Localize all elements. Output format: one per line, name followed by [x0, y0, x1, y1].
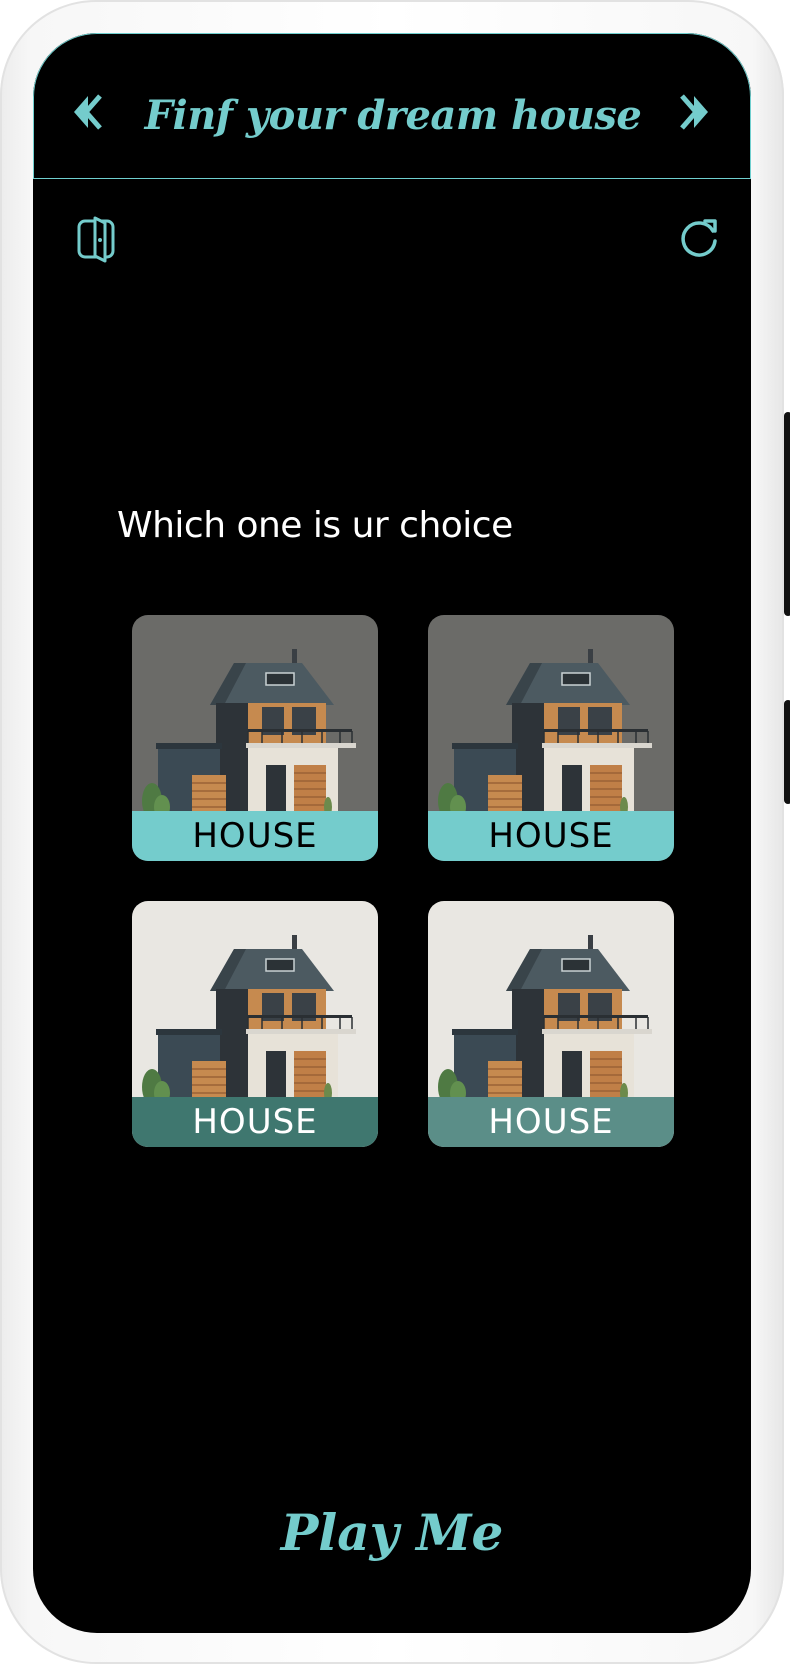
house-option-label: HOUSE — [428, 1097, 674, 1147]
house-option-label: HOUSE — [428, 811, 674, 861]
question-text: Which one is ur choice — [117, 505, 513, 546]
restart-icon[interactable] — [675, 215, 723, 263]
house-option-label: HOUSE — [132, 1097, 378, 1147]
house-option-label: HOUSE — [132, 811, 378, 861]
house-option-card[interactable]: HOUSE — [132, 615, 378, 861]
page-title: Finf your dream house — [144, 92, 642, 139]
game-screen: Finf your dream house Which one is ur ch… — [33, 33, 751, 1633]
house-option-card[interactable]: HOUSE — [132, 901, 378, 1147]
exit-door-icon[interactable] — [73, 215, 121, 263]
double-chevron-right-icon[interactable] — [672, 90, 712, 134]
house-option-card[interactable]: HOUSE — [428, 901, 674, 1147]
header-bar: Finf your dream house — [33, 33, 751, 179]
volume-button — [784, 412, 790, 616]
power-button — [784, 700, 790, 804]
play-me-button[interactable]: Play Me — [33, 1503, 751, 1562]
house-option-card[interactable]: HOUSE — [428, 615, 674, 861]
